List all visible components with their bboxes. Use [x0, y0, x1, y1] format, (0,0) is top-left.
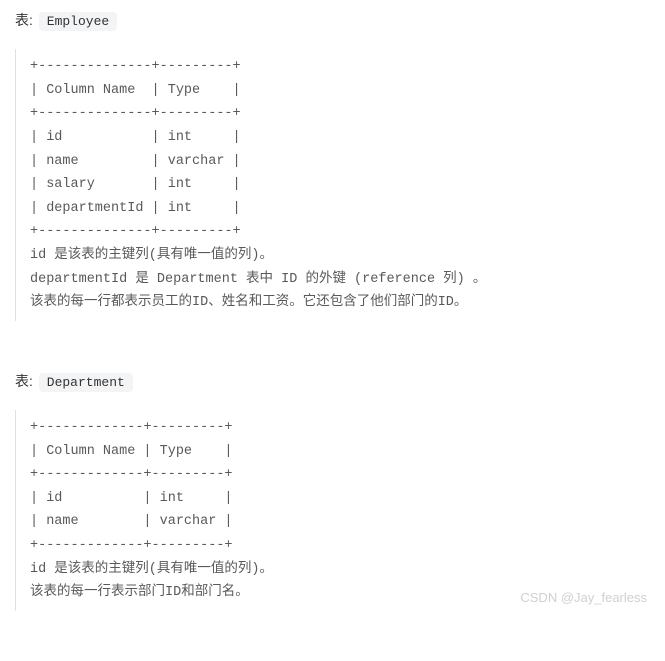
schema-ascii-table: +--------------+---------+ | Column Name…: [30, 55, 650, 244]
table-section-employee: 表: Employee +--------------+---------+ |…: [0, 10, 665, 321]
table-name-badge: Department: [39, 373, 133, 392]
table-label-prefix: 表:: [15, 373, 37, 389]
table-section-department: 表: Department +-------------+---------+ …: [0, 371, 665, 611]
table-name-badge: Employee: [39, 12, 117, 31]
schema-ascii-table: +-------------+---------+ | Column Name …: [30, 416, 650, 558]
table-label-prefix: 表:: [15, 12, 37, 28]
schema-block: +-------------+---------+ | Column Name …: [15, 410, 650, 611]
watermark-text: CSDN @Jay_fearless: [520, 590, 647, 605]
schema-block: +--------------+---------+ | Column Name…: [15, 49, 650, 321]
schema-description: id 是该表的主键列(具有唯一值的列)。 departmentId 是 Depa…: [30, 244, 650, 315]
